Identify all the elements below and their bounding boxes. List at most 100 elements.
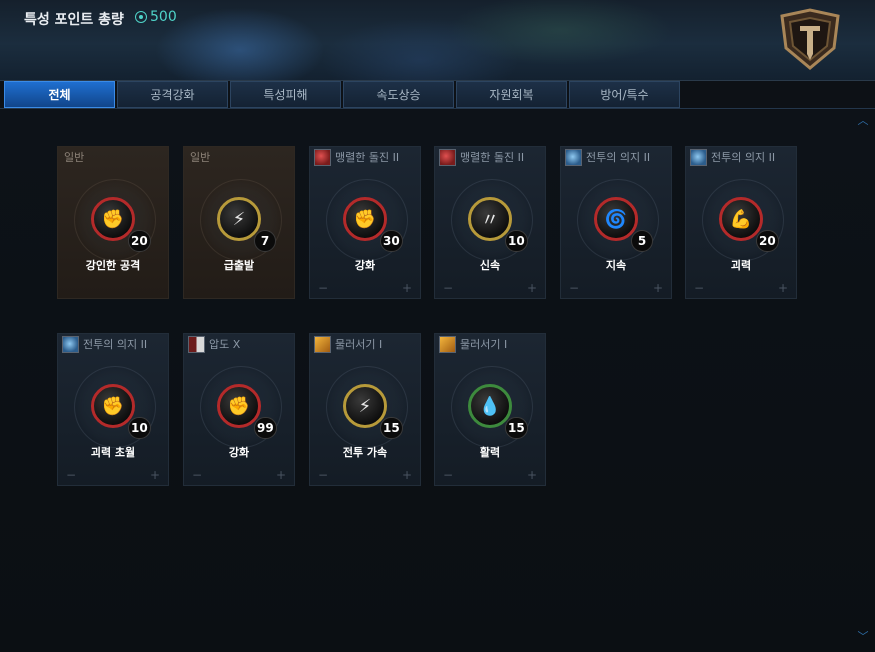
trait-card[interactable]: 물러서기 I ⚡ 15 전투 가속 − + bbox=[309, 333, 421, 486]
trait-points-title: 특성 포인트 총량 bbox=[24, 12, 124, 28]
slash-icon: 〃 bbox=[468, 197, 512, 241]
decrease-button[interactable]: − bbox=[192, 468, 202, 482]
card-source-label: 맹렬한 돌진 II bbox=[460, 151, 525, 164]
level-badge: 30 bbox=[380, 230, 403, 252]
boot-icon: ⚡ bbox=[217, 197, 261, 241]
increase-button[interactable]: + bbox=[402, 281, 412, 295]
card-source-label: 전투의 의지 II bbox=[586, 151, 651, 164]
decrease-button[interactable]: − bbox=[318, 281, 328, 295]
card-source: 물러서기 I bbox=[310, 334, 424, 354]
skill-name: 급출발 bbox=[223, 259, 255, 272]
tab-defense-special[interactable]: 방어/특수 bbox=[569, 81, 680, 108]
tab-divider bbox=[0, 108, 875, 109]
skill-name: 강인한 공격 bbox=[85, 259, 141, 272]
increase-button[interactable]: + bbox=[402, 468, 412, 482]
increase-button[interactable]: + bbox=[527, 281, 537, 295]
skill-name: 전투 가속 bbox=[342, 446, 388, 459]
tab-trait-damage[interactable]: 특성피해 bbox=[230, 81, 341, 108]
card-source-label: 일반 bbox=[190, 151, 211, 164]
tab-all[interactable]: 전체 bbox=[4, 81, 115, 108]
battle-will-skill-icon bbox=[62, 335, 79, 353]
decrease-button[interactable]: − bbox=[694, 281, 704, 295]
charge-skill-icon bbox=[439, 148, 456, 166]
card-source-label: 압도 X bbox=[209, 338, 241, 351]
class-crest-icon bbox=[780, 8, 840, 70]
battle-will-skill-icon bbox=[690, 148, 707, 166]
decrease-button[interactable]: − bbox=[66, 468, 76, 482]
category-tabs: 전체 공격강화 특성피해 속도상승 자원회복 방어/특수 bbox=[4, 81, 680, 109]
trait-card[interactable]: 물러서기 I 💧 15 활력 − + bbox=[434, 333, 546, 486]
trait-points-total: 500 bbox=[135, 9, 177, 25]
scroll-up-icon[interactable]: ︿ bbox=[857, 115, 869, 126]
increase-button[interactable]: + bbox=[778, 281, 788, 295]
tab-attack-boost[interactable]: 공격강화 bbox=[117, 81, 228, 108]
fist-icon: ✊ bbox=[343, 197, 387, 241]
trait-card[interactable]: 일반 ⚡ 7 급출발 bbox=[183, 146, 295, 299]
trait-card[interactable]: 압도 X ✊ 99 강화 − + bbox=[183, 333, 295, 486]
card-source: 압도 X bbox=[184, 334, 298, 354]
level-badge: 99 bbox=[254, 417, 277, 439]
card-source: 일반 bbox=[184, 147, 300, 167]
level-badge: 7 bbox=[254, 230, 276, 252]
step-back-skill-icon bbox=[314, 335, 331, 353]
skill-name: 강화 bbox=[354, 259, 376, 272]
trait-card[interactable]: 전투의 의지 II ✊ 10 괴력 초월 − + bbox=[57, 333, 169, 486]
card-source-label: 물러서기 I bbox=[460, 338, 508, 351]
card-source-label: 물러서기 I bbox=[335, 338, 383, 351]
increase-button[interactable]: + bbox=[527, 468, 537, 482]
point-icon bbox=[135, 11, 147, 23]
card-source: 물러서기 I bbox=[435, 334, 549, 354]
drops-icon: 💧 bbox=[468, 384, 512, 428]
trait-card[interactable]: 맹렬한 돌진 II 〃 10 신속 − + bbox=[434, 146, 546, 299]
card-source: 맹렬한 돌진 II bbox=[435, 147, 549, 167]
trait-card[interactable]: 맹렬한 돌진 II ✊ 30 강화 − + bbox=[309, 146, 421, 299]
charge-skill-icon bbox=[314, 148, 331, 166]
skill-name: 신속 bbox=[479, 259, 501, 272]
card-source-label: 일반 bbox=[64, 151, 85, 164]
battle-will-skill-icon bbox=[565, 148, 582, 166]
decrease-button[interactable]: − bbox=[443, 281, 453, 295]
increase-button[interactable]: + bbox=[276, 468, 286, 482]
tab-speed-up[interactable]: 속도상승 bbox=[343, 81, 454, 108]
scroll-down-icon[interactable]: ﹀ bbox=[857, 631, 869, 642]
level-badge: 5 bbox=[631, 230, 653, 252]
skill-name: 괴력 초월 bbox=[90, 446, 136, 459]
level-badge: 10 bbox=[128, 417, 151, 439]
level-badge: 10 bbox=[505, 230, 528, 252]
arm-icon: 💪 bbox=[719, 197, 763, 241]
trait-card[interactable]: 일반 ✊ 20 강인한 공격 bbox=[57, 146, 169, 299]
fist-icon: ✊ bbox=[217, 384, 261, 428]
card-source-label: 전투의 의지 II bbox=[711, 151, 776, 164]
card-source: 전투의 의지 II bbox=[58, 334, 172, 354]
card-source: 전투의 의지 II bbox=[561, 147, 675, 167]
trait-card[interactable]: 전투의 의지 II 🌀 5 지속 − + bbox=[560, 146, 672, 299]
increase-button[interactable]: + bbox=[653, 281, 663, 295]
trait-points-value: 500 bbox=[150, 9, 177, 25]
level-badge: 15 bbox=[380, 417, 403, 439]
skill-name: 활력 bbox=[479, 446, 501, 459]
card-source: 맹렬한 돌진 II bbox=[310, 147, 424, 167]
decrease-button[interactable]: − bbox=[569, 281, 579, 295]
level-badge: 15 bbox=[505, 417, 528, 439]
skill-name: 괴력 bbox=[730, 259, 752, 272]
card-source-label: 맹렬한 돌진 II bbox=[335, 151, 400, 164]
decrease-button[interactable]: − bbox=[318, 468, 328, 482]
tab-resource-recovery[interactable]: 자원회복 bbox=[456, 81, 567, 108]
fist-icon: ✊ bbox=[91, 197, 135, 241]
card-source: 일반 bbox=[58, 147, 174, 167]
fist-icon: ✊ bbox=[91, 384, 135, 428]
level-badge: 20 bbox=[756, 230, 779, 252]
decrease-button[interactable]: − bbox=[443, 468, 453, 482]
header-banner: 특성 포인트 총량 500 bbox=[0, 0, 875, 81]
swirl-icon: 🌀 bbox=[594, 197, 638, 241]
boot-icon: ⚡ bbox=[343, 384, 387, 428]
skill-name: 강화 bbox=[228, 446, 250, 459]
card-source-label: 전투의 의지 II bbox=[83, 338, 148, 351]
step-back-skill-icon bbox=[439, 335, 456, 353]
card-source: 전투의 의지 II bbox=[686, 147, 800, 167]
increase-button[interactable]: + bbox=[150, 468, 160, 482]
trait-card[interactable]: 전투의 의지 II 💪 20 괴력 − + bbox=[685, 146, 797, 299]
overwhelm-skill-icon bbox=[188, 335, 205, 353]
level-badge: 20 bbox=[128, 230, 151, 252]
skill-name: 지속 bbox=[605, 259, 627, 272]
